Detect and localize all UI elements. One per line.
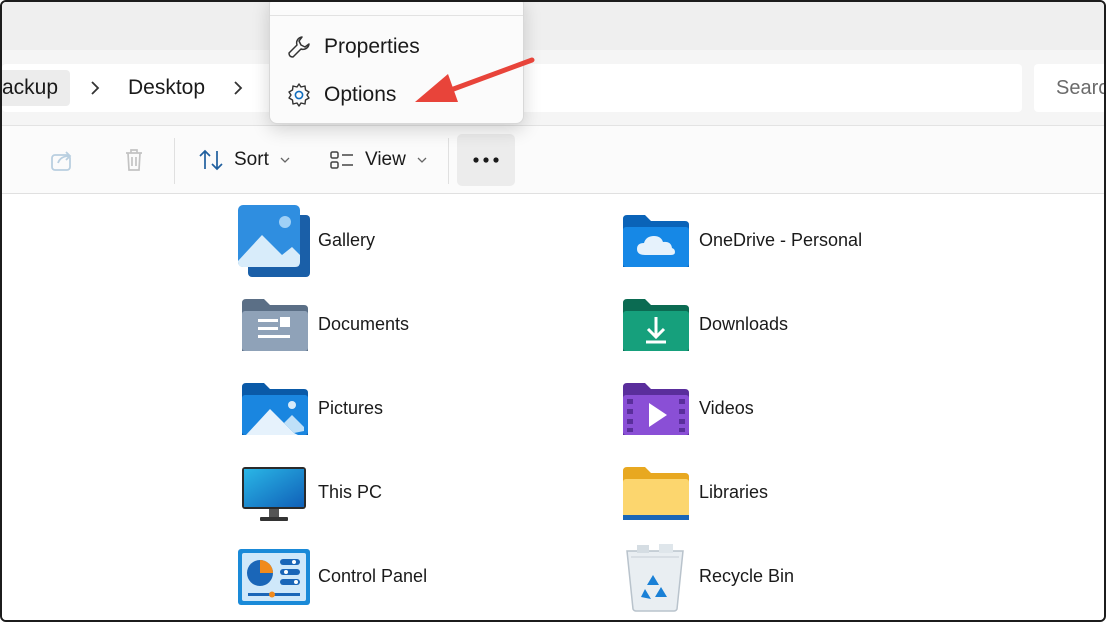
- item-label: This PC: [318, 482, 383, 502]
- list-item-onedrive[interactable]: OneDrive - Personal: [619, 205, 862, 281]
- list-item-documents[interactable]: Documents: [238, 289, 409, 365]
- view-button[interactable]: View: [329, 140, 428, 180]
- list-item-libraries[interactable]: Libraries: [619, 457, 768, 533]
- list-item-recycle-bin[interactable]: Recycle Bin: [619, 541, 794, 617]
- view-label: View: [365, 149, 406, 170]
- see-more-button[interactable]: [457, 134, 515, 186]
- sort-label: Sort: [234, 149, 269, 170]
- computer-icon: [242, 467, 306, 521]
- list-item-gallery[interactable]: Gallery: [238, 205, 375, 281]
- sort-icon: [199, 149, 223, 171]
- menu-item-label: Properties: [324, 35, 420, 58]
- breadcrumb-chevron-icon[interactable]: [232, 70, 244, 106]
- item-label: Control Panel: [318, 566, 428, 586]
- menu-item-properties[interactable]: Properties: [280, 27, 514, 67]
- libraries-folder-icon: [623, 467, 689, 520]
- list-item-videos[interactable]: Videos: [619, 373, 754, 449]
- chevron-down-icon: [280, 157, 290, 163]
- wrench-icon: [288, 36, 310, 58]
- file-explorer-window: ackup Desktop Search Sort: [0, 0, 1106, 622]
- share-icon[interactable]: [48, 146, 76, 174]
- toolbar-divider: [448, 138, 449, 184]
- item-label: Pictures: [318, 398, 384, 418]
- item-label: Documents: [318, 314, 410, 334]
- list-item-downloads[interactable]: Downloads: [619, 289, 788, 365]
- desktop-items-view: Gallery OneDrive - Personal Documents Do…: [2, 195, 1104, 620]
- breadcrumb-item-backup[interactable]: ackup: [2, 70, 71, 106]
- item-label: Libraries: [699, 482, 769, 502]
- toolbar-divider: [174, 138, 175, 184]
- onedrive-folder-icon: [623, 215, 689, 267]
- gear-icon: [288, 83, 310, 107]
- menu-item-label: Options: [324, 83, 397, 106]
- command-bar: Sort View: [2, 126, 1104, 194]
- item-label: Downloads: [699, 314, 789, 334]
- delete-icon[interactable]: [120, 146, 148, 174]
- pictures-folder-icon: [242, 383, 308, 435]
- list-item-pictures[interactable]: Pictures: [238, 373, 383, 449]
- documents-folder-icon: [242, 299, 308, 351]
- videos-folder-icon: [623, 383, 689, 435]
- sort-button[interactable]: Sort: [198, 140, 291, 180]
- address-bar-area: ackup Desktop Search: [2, 50, 1104, 126]
- breadcrumb-item-desktop[interactable]: Desktop: [116, 70, 217, 106]
- breadcrumb-chevron-icon[interactable]: [89, 70, 101, 106]
- recycle-bin-icon: [626, 544, 684, 612]
- list-item-this-pc[interactable]: This PC: [238, 457, 382, 533]
- item-label: Videos: [699, 398, 754, 418]
- menu-divider: [270, 15, 523, 16]
- title-bar: [2, 2, 1104, 50]
- item-label: OneDrive - Personal: [699, 230, 863, 250]
- list-item-control-panel[interactable]: Control Panel: [238, 541, 427, 617]
- chevron-down-icon: [417, 157, 427, 163]
- search-input[interactable]: Search: [1034, 64, 1104, 112]
- menu-item-options[interactable]: Options: [280, 75, 514, 115]
- control-panel-icon: [238, 549, 310, 605]
- gallery-icon: [238, 205, 310, 277]
- see-more-menu: Properties Options: [269, 2, 524, 124]
- view-icon: [330, 151, 353, 169]
- downloads-folder-icon: [623, 299, 689, 351]
- more-options-icon: [473, 157, 499, 163]
- item-label: Gallery: [318, 230, 376, 250]
- item-label: Recycle Bin: [699, 566, 795, 586]
